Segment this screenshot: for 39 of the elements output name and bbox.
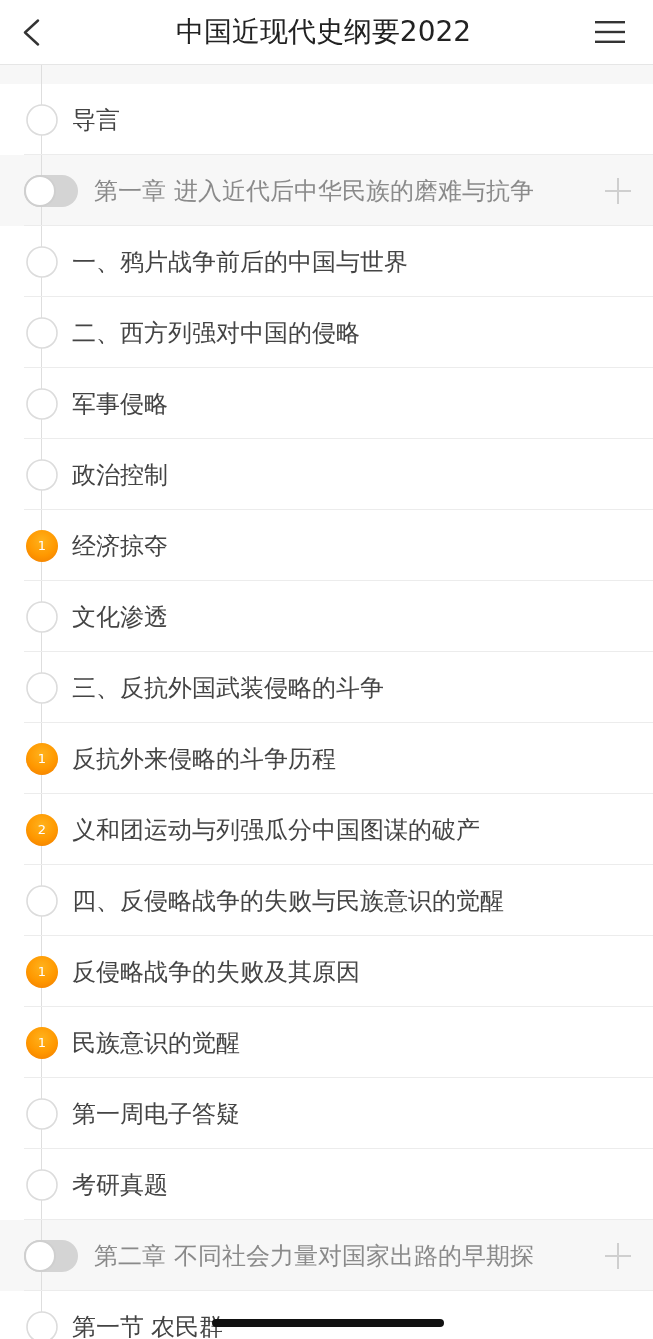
lesson-title[interactable]: 政治控制 (72, 459, 168, 490)
count-badge: 2 (26, 813, 58, 846)
status-ring-icon (26, 387, 58, 420)
status-ring-icon (26, 884, 58, 917)
lesson-title[interactable]: 反侵略战争的失败及其原因 (72, 956, 360, 987)
lesson-title[interactable]: 义和团运动与列强瓜分中国图谋的破产 (72, 814, 480, 845)
count-badge: 1 (26, 1026, 58, 1059)
chapter-title: 第一章 进入近代后中华民族的磨难与抗争 (94, 175, 535, 206)
lesson-title[interactable]: 四、反侵略战争的失败与民族意识的觉醒 (72, 885, 504, 916)
lesson-title[interactable]: 反抗外来侵略的斗争历程 (72, 743, 336, 774)
status-ring-icon (26, 671, 58, 704)
lesson-title[interactable]: 经济掠夺 (72, 530, 168, 561)
plus-icon[interactable] (605, 177, 631, 204)
count-badge: 1 (26, 529, 58, 562)
plus-icon[interactable] (605, 1242, 631, 1269)
back-icon[interactable] (22, 18, 40, 46)
status-ring-icon (26, 600, 58, 633)
count-badge: 1 (26, 742, 58, 775)
lesson-title[interactable]: 民族意识的觉醒 (72, 1027, 240, 1058)
lesson-title[interactable]: 军事侵略 (72, 388, 168, 419)
lesson-title[interactable]: 文化渗透 (72, 601, 168, 632)
lesson-title[interactable]: 第一周电子答疑 (72, 1098, 240, 1129)
lesson-title[interactable]: 二、西方列强对中国的侵略 (72, 317, 360, 348)
toggle-switch[interactable] (24, 174, 78, 207)
lesson-title[interactable]: 考研真题 (72, 1169, 168, 1200)
lesson-title[interactable]: 导言 (72, 104, 120, 135)
chapter-title: 第二章 不同社会力量对国家出路的早期探 (94, 1240, 535, 1271)
status-ring-icon (26, 1168, 58, 1201)
count-badge: 1 (26, 955, 58, 988)
status-ring-icon (26, 245, 58, 278)
menu-icon[interactable] (595, 21, 625, 43)
status-ring-icon (26, 458, 58, 491)
toggle-switch[interactable] (24, 1239, 78, 1272)
page-title: 中国近现代史纲要2022 (175, 15, 472, 49)
lesson-title[interactable]: 一、鸦片战争前后的中国与世界 (72, 246, 408, 277)
status-ring-icon (26, 1097, 58, 1130)
status-ring-icon (26, 103, 58, 136)
lesson-title[interactable]: 三、反抗外国武装侵略的斗争 (72, 672, 384, 703)
status-ring-icon (26, 316, 58, 349)
